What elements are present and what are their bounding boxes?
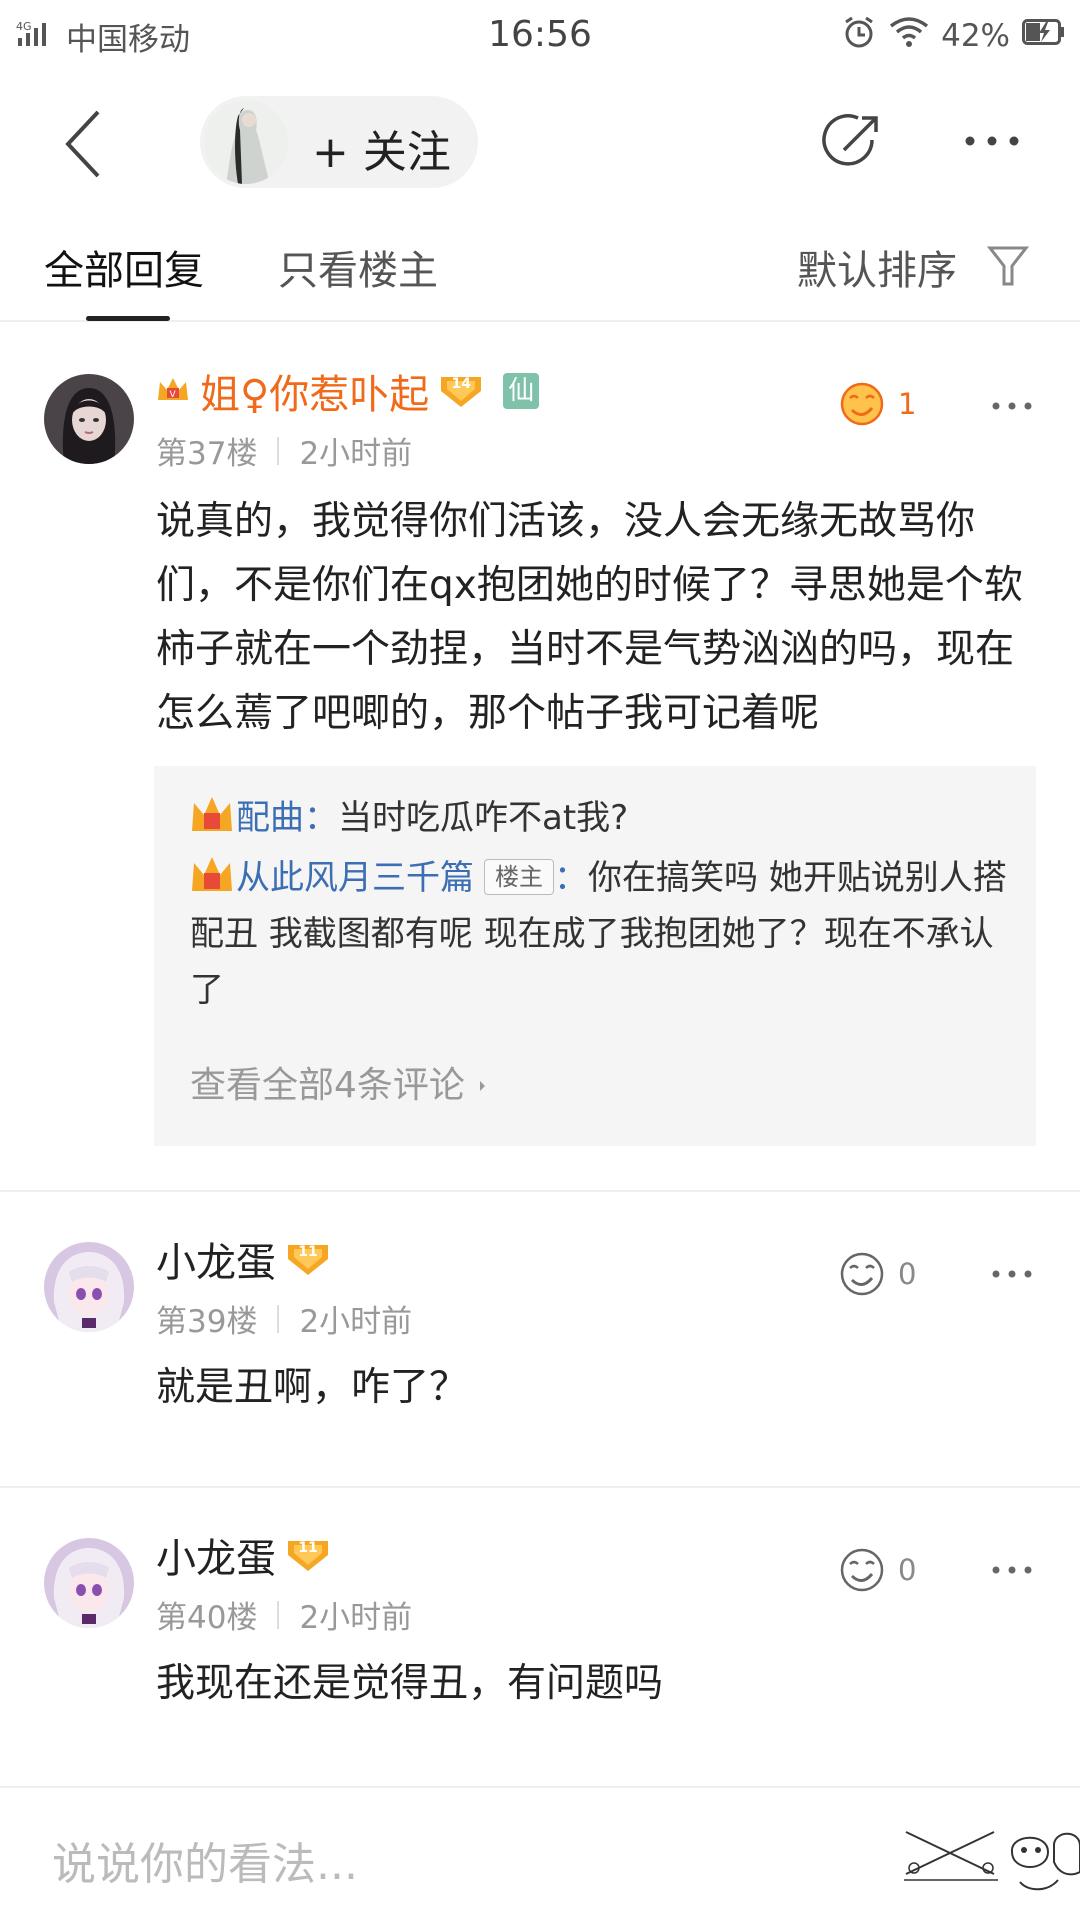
like-count: 0 xyxy=(898,1553,917,1587)
tab-op-only[interactable]: 只看楼主 xyxy=(278,238,438,296)
floor-number: 第39楼 xyxy=(156,1304,258,1340)
level-badge: 11 xyxy=(286,1537,330,1573)
crown-icon xyxy=(192,797,232,831)
status-bar: 4G 中国移动 16:56 42% xyxy=(0,0,1080,78)
level-number: 11 xyxy=(298,1540,318,1556)
sub-reply-separator: ： xyxy=(304,798,338,838)
crown-icon xyxy=(192,857,232,891)
like-count: 0 xyxy=(898,1257,917,1291)
level-badge: 14 xyxy=(439,373,483,409)
more-options-button[interactable] xyxy=(960,116,1024,166)
more-dots-icon xyxy=(992,1270,1032,1278)
like-emoji-icon xyxy=(840,382,884,426)
username[interactable]: 小龙蛋 xyxy=(156,1526,276,1584)
sub-reply-text: 当时吃瓜咋不at我? xyxy=(338,798,629,838)
chevron-right-icon xyxy=(480,1081,486,1091)
sub-reply-separator: ： xyxy=(554,858,588,898)
share-button[interactable] xyxy=(822,110,886,174)
comment-content: 我现在还是觉得丑，有问题吗 xyxy=(156,1661,664,1706)
meme-sticker-icon xyxy=(904,1831,1080,1891)
like-button[interactable]: 1 xyxy=(838,380,916,428)
svg-text:V: V xyxy=(170,390,177,400)
level-badge: 11 xyxy=(286,1241,330,1277)
level-number: 11 xyxy=(298,1244,318,1260)
sub-reply-author[interactable]: 配曲 xyxy=(236,798,304,838)
sticker-button[interactable] xyxy=(898,1822,1080,1902)
follow-label: + 关注 xyxy=(312,127,451,178)
view-all-comments-link[interactable]: 查看全部4条评论 xyxy=(190,1056,490,1108)
sub-reply-item[interactable]: 从此风月三千篇 楼主 ：你在搞笑吗 她开贴说别人搭配丑 我截图都有呢 现在成了我抱团… xyxy=(190,850,1010,1018)
filter-icon[interactable] xyxy=(986,242,1030,290)
wifi-icon xyxy=(889,16,929,56)
meta-divider xyxy=(277,1304,280,1333)
back-button[interactable] xyxy=(54,106,118,182)
share-icon xyxy=(822,114,878,166)
like-emoji-icon xyxy=(840,1252,884,1296)
follow-button[interactable]: + 关注 xyxy=(200,96,478,188)
author-avatar xyxy=(204,100,288,184)
floor-number: 第37楼 xyxy=(156,436,258,472)
comment-more-button[interactable] xyxy=(990,1264,1034,1284)
username[interactable]: 姐♀你惹卟起 xyxy=(200,362,429,420)
comment-content: 就是丑啊，咋了？ xyxy=(156,1365,469,1410)
sort-selector[interactable]: 默认排序 xyxy=(797,238,957,296)
back-arrow-icon xyxy=(65,110,100,178)
sub-reply-item[interactable]: 配曲：当时吃瓜咋不at我? xyxy=(190,790,1010,846)
battery-charging-icon xyxy=(1022,18,1066,54)
more-dots-icon xyxy=(992,402,1032,410)
more-dots-icon xyxy=(965,136,1019,146)
sub-replies-box: 配曲：当时吃瓜咋不at我? 从此风月三千篇 楼主 ：你在搞笑吗 她开贴说别人搭配丑 … xyxy=(154,766,1036,1146)
like-count: 1 xyxy=(898,387,917,421)
meta-divider xyxy=(277,436,280,465)
avatar[interactable] xyxy=(44,1242,134,1332)
xian-badge: 仙 xyxy=(503,373,540,409)
comment-input-bar: 说说你的看法... xyxy=(0,1786,1080,1920)
top-nav-bar: + 关注 xyxy=(0,78,1080,204)
post-time: 2小时前 xyxy=(299,1600,413,1636)
comment-input[interactable]: 说说你的看法... xyxy=(52,1828,358,1892)
tab-all-replies[interactable]: 全部回复 xyxy=(44,238,204,296)
like-button[interactable]: 0 xyxy=(838,1546,916,1594)
meta-divider xyxy=(277,1600,280,1629)
floor-number: 第40楼 xyxy=(156,1600,258,1636)
like-emoji-icon xyxy=(840,1548,884,1592)
comment-more-button[interactable] xyxy=(990,1560,1034,1580)
like-button[interactable]: 0 xyxy=(838,1250,916,1298)
view-all-label: 查看全部4条评论 xyxy=(190,1065,465,1106)
active-tab-indicator xyxy=(86,316,170,321)
alarm-icon xyxy=(841,14,877,58)
username[interactable]: 小龙蛋 xyxy=(156,1230,276,1288)
divider xyxy=(0,1486,1080,1488)
comment-more-button[interactable] xyxy=(990,396,1034,416)
comment-content: 说真的，我觉得你们活该，没人会无缘无故骂你们，不是你们在qx抱团她的时候了？寻思… xyxy=(156,499,1023,736)
post-time: 2小时前 xyxy=(299,1304,413,1340)
post-time: 2小时前 xyxy=(299,436,413,472)
sub-reply-author[interactable]: 从此风月三千篇 xyxy=(236,858,474,898)
battery-level: 42% xyxy=(941,18,1010,54)
op-tag: 楼主 xyxy=(484,859,554,895)
avatar[interactable] xyxy=(44,374,134,464)
reply-tabs: 全部回复 只看楼主 默认排序 xyxy=(0,204,1080,322)
avatar[interactable] xyxy=(44,1538,134,1628)
divider xyxy=(0,1190,1080,1192)
level-number: 14 xyxy=(451,376,472,392)
more-dots-icon xyxy=(992,1566,1032,1574)
vip-crown-icon: V xyxy=(156,374,190,408)
